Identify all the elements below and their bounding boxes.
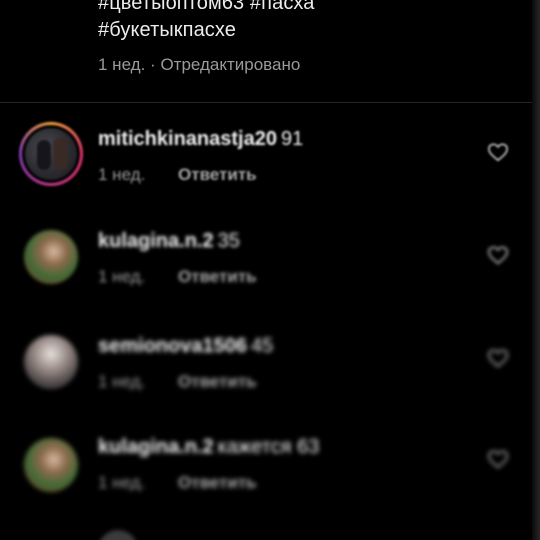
comment-header: mitichkinanastja20 91 [98, 128, 303, 151]
caption-edited-label: Отредактировано [160, 55, 301, 74]
reply-button[interactable]: Ответить [178, 372, 257, 391]
comment-text: 45 [250, 335, 274, 357]
avatar[interactable] [24, 335, 78, 389]
comment-meta: 1 нед. Ответить [98, 372, 257, 392]
comment-meta: 1 нед. Ответить [98, 267, 257, 287]
comment-header: kulagina.n.2 35 [98, 230, 240, 253]
reply-button[interactable]: Ответить [178, 267, 257, 286]
heart-outline-icon[interactable] [487, 142, 509, 162]
comment-text: 35 [217, 230, 240, 252]
comment-item: kulagina.n.2 кажется 63 1 нед. Ответить [0, 433, 532, 513]
caption-meta: 1 нед. · Отредактировано [98, 55, 518, 75]
comment-meta: 1 нед. Ответить [98, 473, 257, 493]
comment-header: kulagina.n.2 кажется 63 [98, 436, 319, 459]
avatar[interactable] [24, 438, 78, 492]
comment-text: 91 [280, 128, 304, 150]
comment-time: 1 нед. [98, 372, 146, 391]
post-caption: #цветыоптом63 #пасха #букетыкпасхе 1 нед… [98, 0, 518, 75]
comment-username[interactable]: mitichkinanastja20 [98, 128, 277, 150]
comment-text: кажется 63 [217, 436, 320, 458]
comment-username[interactable]: kulagina.n.2 [98, 230, 214, 252]
caption-hashtags-line-2[interactable]: #букетыкпасхе [98, 17, 518, 44]
reply-button[interactable]: Ответить [178, 165, 257, 184]
comment-time: 1 нед. [98, 267, 146, 286]
comments-screen: #цветыоптом63 #пасха #букетыкпасхе 1 нед… [0, 0, 540, 540]
caption-hashtags-line-1[interactable]: #цветыоптом63 #пасха [98, 0, 518, 17]
comment-time: 1 нед. [98, 165, 146, 184]
comment-username[interactable]: semionova1506 [98, 335, 247, 357]
avatar-story-ring[interactable] [19, 122, 83, 186]
avatar [25, 128, 77, 180]
caption-separator: · [150, 55, 156, 74]
comment-item: kulagina.n.2 35 1 нед. Ответить [0, 225, 532, 305]
heart-outline-icon[interactable] [487, 348, 509, 368]
screen-edge [532, 0, 540, 540]
comment-meta: 1 нед. Ответить [98, 165, 257, 185]
comment-username[interactable]: kulagina.n.2 [98, 436, 214, 458]
avatar[interactable] [24, 230, 78, 284]
next-avatar-partial [98, 530, 138, 540]
comment-header: semionova1506 45 [98, 335, 273, 358]
comment-item: mitichkinanastja20 91 1 нед. Ответить [0, 120, 532, 200]
reply-button[interactable]: Ответить [178, 473, 257, 492]
heart-outline-icon[interactable] [487, 245, 509, 265]
heart-outline-icon[interactable] [487, 449, 509, 469]
caption-divider [0, 102, 532, 103]
comment-time: 1 нед. [98, 473, 146, 492]
caption-time: 1 нед. [98, 55, 146, 74]
comment-item: semionova1506 45 1 нед. Ответить [0, 330, 532, 410]
